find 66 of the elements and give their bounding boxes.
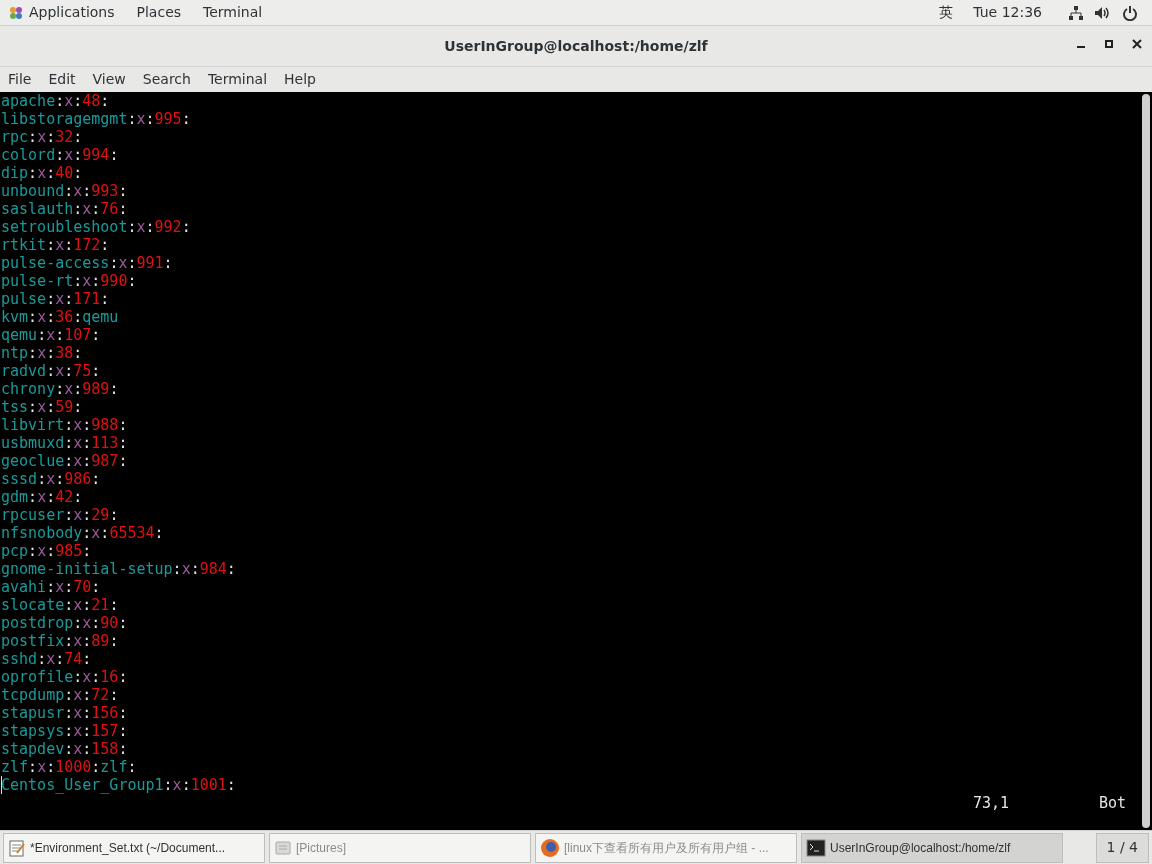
code-line: tcpdump:x:72: [1,686,119,704]
maximize-icon[interactable] [1104,39,1114,49]
code-line: kvm:x:36:qemu [1,308,119,326]
code-line: libstoragemgmt:x:995: [1,110,191,128]
apps-icon [9,5,23,20]
code-line: qemu:x:107: [1,326,101,344]
input-method[interactable]: 英 [939,2,954,23]
cursor-position: 73,1 [973,794,1010,812]
notepad-icon [8,838,26,857]
code-line: libvirt:x:988: [1,416,128,434]
code-line: tss:x:59: [1,398,83,416]
code-line: geoclue:x:987: [1,452,128,470]
top-menu[interactable]: Terminal [203,2,263,23]
code-line: Centos_User_Group1:x:1001: [1,776,236,794]
code-line: pcp:x:985: [1,542,92,560]
scroll-status: Bot [1099,794,1127,812]
code-line: rtkit:x:172: [1,236,110,254]
code-line: postfix:x:89: [1,632,119,650]
menu-item[interactable]: Search [142,69,191,90]
code-line: stapusr:x:156: [1,704,128,722]
code-line: zlf:x:1000:zlf: [1,758,137,776]
code-line: pulse:x:171: [1,290,110,308]
window-title: UserInGroup@localhost:/home/zlf [444,36,708,56]
power-icon[interactable] [1122,4,1138,21]
workspace-indicator[interactable]: 1 / 4 [1095,832,1149,863]
code-line: slocate:x:21: [1,596,119,614]
code-line: pulse-access:x:991: [1,254,173,272]
code-line: oprofile:x:16: [1,668,128,686]
code-line: sshd:x:74: [1,650,92,668]
menu-item[interactable]: File [8,69,32,90]
menu-item[interactable]: Help [284,69,316,90]
code-line: stapdev:x:158: [1,740,128,758]
taskbar-item[interactable]: UserInGroup@localhost:/home/zlf [801,832,1063,863]
code-line: rpc:x:32: [1,128,83,146]
globe-icon [540,837,560,858]
code-line: avahi:x:70: [1,578,101,596]
code-line: colord:x:994: [1,146,119,164]
close-icon[interactable] [1132,39,1142,49]
code-line: chrony:x:989: [1,380,119,398]
network-icon[interactable] [1068,4,1084,21]
code-line: pulse-rt:x:990: [1,272,137,290]
taskbar-item[interactable]: *Environment_Set.txt (~/Document... [3,832,265,863]
menu-item[interactable]: View [92,69,126,90]
folder-icon [274,838,292,857]
code-line: usbmuxd:x:113: [1,434,128,452]
code-line: dip:x:40: [1,164,83,182]
code-line: unbound:x:993: [1,182,128,200]
top-menu[interactable]: Applications [29,2,115,23]
code-line: sssd:x:986: [1,470,101,488]
code-line: radvd:x:75: [1,362,101,380]
terminal-icon [806,838,826,857]
code-line: stapsys:x:157: [1,722,128,740]
code-line: saslauth:x:76: [1,200,128,218]
code-line: postdrop:x:90: [1,614,128,632]
menu-item[interactable]: Edit [48,69,76,90]
code-line: setroubleshoot:x:992: [1,218,191,236]
code-line: gnome-initial-setup:x:984: [1,560,236,578]
code-line: ntp:x:38: [1,344,83,362]
clock[interactable]: Tue 12:36 [973,2,1042,23]
code-line: rpcuser:x:29: [1,506,119,524]
code-line: nfsnobody:x:65534: [1,524,164,542]
scrollbar[interactable] [1140,92,1152,830]
menu-item[interactable]: Terminal [207,69,268,90]
code-line: apache:x:48: [1,92,110,110]
code-line: gdm:x:42: [1,488,83,506]
top-menu[interactable]: Places [136,2,182,23]
